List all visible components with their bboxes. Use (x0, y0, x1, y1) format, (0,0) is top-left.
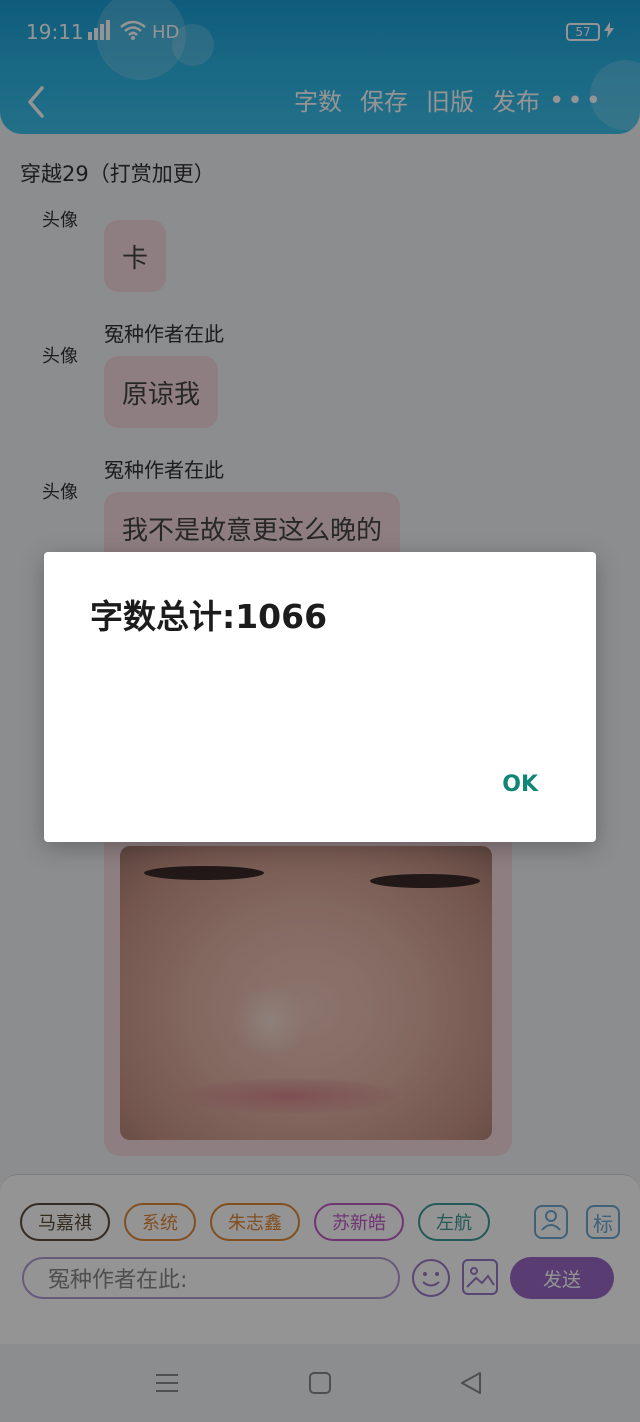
word-count-dialog: 字数总计:1066 OK (44, 552, 596, 842)
dialog-message: 字数总计:1066 (90, 597, 328, 636)
ok-button[interactable]: OK (502, 772, 538, 797)
